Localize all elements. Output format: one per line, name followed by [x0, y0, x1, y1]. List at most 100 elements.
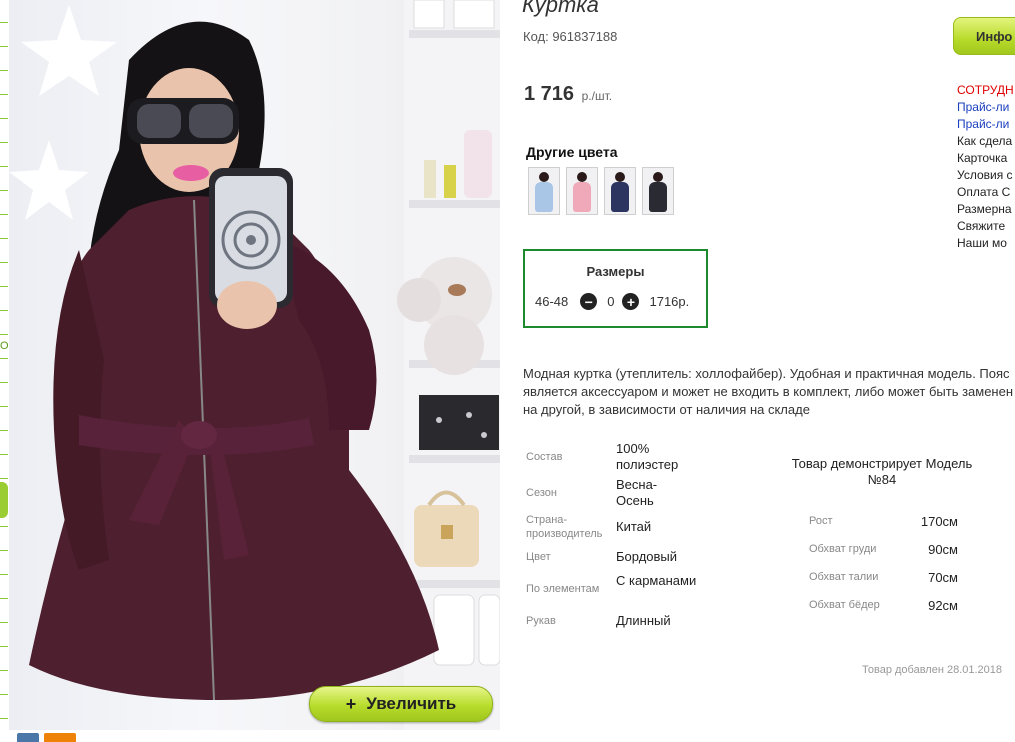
size-label: 46-48	[535, 294, 569, 309]
left-edge-strip	[0, 0, 9, 742]
attr-label: Страна-производитель	[526, 514, 603, 540]
sizes-panel: Размеры 46-48 − 0 + 1716р.	[523, 249, 708, 328]
sidebar-link[interactable]: Свяжите	[957, 218, 1005, 235]
measure-value: 92см	[928, 598, 958, 613]
attr-label: По элементам	[526, 583, 600, 595]
edge-tick	[0, 214, 8, 215]
zoom-plus-icon: +	[345, 693, 357, 714]
edge-tick	[0, 22, 8, 23]
sidebar-link[interactable]: Наши мо	[957, 235, 1007, 252]
plus-icon[interactable]: +	[622, 293, 640, 310]
left-edge-pill[interactable]	[0, 482, 8, 518]
edge-tick	[0, 526, 8, 527]
sidebar-link[interactable]: Размерна	[957, 201, 1012, 218]
edge-tick	[0, 94, 8, 95]
edge-tick	[0, 70, 8, 71]
edge-tick	[0, 334, 8, 335]
sidebar-link[interactable]: Карточка	[957, 150, 1007, 167]
product-photo-illustration	[9, 0, 500, 730]
measure-label: Обхват груди	[809, 543, 877, 555]
edge-tick	[0, 142, 8, 143]
edge-tick	[0, 622, 8, 623]
price-unit: р./шт.	[581, 89, 613, 103]
measure-value: 90см	[928, 542, 958, 557]
thumbnail-garment	[573, 182, 591, 212]
edge-tick	[0, 430, 8, 431]
model-heading: Товар демонстрирует Модель №84	[791, 456, 973, 487]
edge-tick	[0, 406, 8, 407]
left-edge-marker: О	[0, 340, 9, 352]
edge-tick	[0, 190, 8, 191]
zoom-button[interactable]: + Увеличить	[309, 686, 493, 722]
measure-value: 70см	[928, 570, 958, 585]
vk-share-icon[interactable]	[17, 733, 39, 742]
sidebar-link[interactable]: Прайс-ли	[957, 116, 1009, 133]
edge-tick	[0, 286, 8, 287]
measure-value: 170см	[920, 514, 958, 529]
size-price: 1716р.	[649, 294, 690, 309]
attr-value: Китай	[616, 519, 652, 534]
edge-tick	[0, 382, 8, 383]
sidebar-link[interactable]: Как сдела	[957, 133, 1012, 150]
product-price: 1 716 р./шт.	[524, 83, 612, 106]
attr-value: С карманами	[616, 573, 697, 588]
minus-icon[interactable]: −	[580, 293, 598, 310]
edge-tick	[0, 454, 8, 455]
thumbnail-head	[653, 172, 663, 182]
edge-tick	[0, 550, 8, 551]
attr-label: Сезон	[526, 487, 557, 499]
product-title: Куртка	[522, 0, 599, 17]
thumbnail-head	[615, 172, 625, 182]
sidebar-link[interactable]: Прайс-ли	[957, 99, 1009, 116]
edge-tick	[0, 166, 8, 167]
attr-label: Рукав	[526, 615, 556, 627]
color-thumbnail[interactable]	[566, 167, 598, 215]
color-thumbnail[interactable]	[528, 167, 560, 215]
thumbnail-head	[577, 172, 587, 182]
measure-label: Обхват бёдер	[809, 599, 880, 611]
product-code: Код: 961837188	[523, 29, 618, 44]
info-button[interactable]: Инфо	[953, 17, 1015, 55]
product-description: Модная куртка (утеплитель: холлофайбер).…	[523, 366, 1014, 417]
edge-tick	[0, 718, 8, 719]
edge-tick	[0, 262, 8, 263]
edge-tick	[0, 238, 8, 239]
thumbnail-garment	[611, 182, 629, 212]
attr-value: Весна-Осень	[616, 477, 658, 508]
attr-label: Состав	[526, 451, 563, 463]
edge-tick	[0, 478, 8, 479]
edge-tick	[0, 670, 8, 671]
color-thumbnail[interactable]	[642, 167, 674, 215]
thumbnail-head	[539, 172, 549, 182]
thumbnail-garment	[649, 182, 667, 212]
edge-tick	[0, 358, 8, 359]
edge-tick	[0, 646, 8, 647]
price-value: 1 716	[524, 83, 575, 105]
color-thumbnail[interactable]	[604, 167, 636, 215]
thumbnail-garment	[535, 182, 553, 212]
ok-share-icon[interactable]	[44, 733, 76, 742]
attr-label: Цвет	[526, 551, 551, 563]
attr-value: 100% полиэстер	[616, 441, 679, 472]
size-row: 46-48 − 0 + 1716р.	[535, 293, 689, 310]
zoom-button-label: Увеличить	[366, 694, 457, 713]
sizes-heading: Размеры	[586, 264, 645, 279]
sidebar-link[interactable]: СОТРУДН	[957, 82, 1014, 99]
edge-tick	[0, 310, 8, 311]
other-colors-list	[528, 167, 674, 215]
product-photo[interactable]	[9, 0, 500, 730]
edge-tick	[0, 118, 8, 119]
measure-label: Обхват талии	[809, 571, 879, 583]
attr-value: Бордовый	[616, 549, 678, 564]
edge-tick	[0, 574, 8, 575]
attr-value: Длинный	[616, 613, 671, 628]
measure-label: Рост	[809, 515, 833, 527]
size-qty: 0	[607, 294, 615, 309]
added-date: Товар добавлен 28.01.2018	[862, 664, 1003, 676]
sidebar-link[interactable]: Оплата С	[957, 184, 1010, 201]
edge-tick	[0, 46, 8, 47]
edge-tick	[0, 694, 8, 695]
other-colors-heading: Другие цвета	[526, 144, 618, 160]
edge-tick	[0, 598, 8, 599]
sidebar-link[interactable]: Условия с	[957, 167, 1013, 184]
